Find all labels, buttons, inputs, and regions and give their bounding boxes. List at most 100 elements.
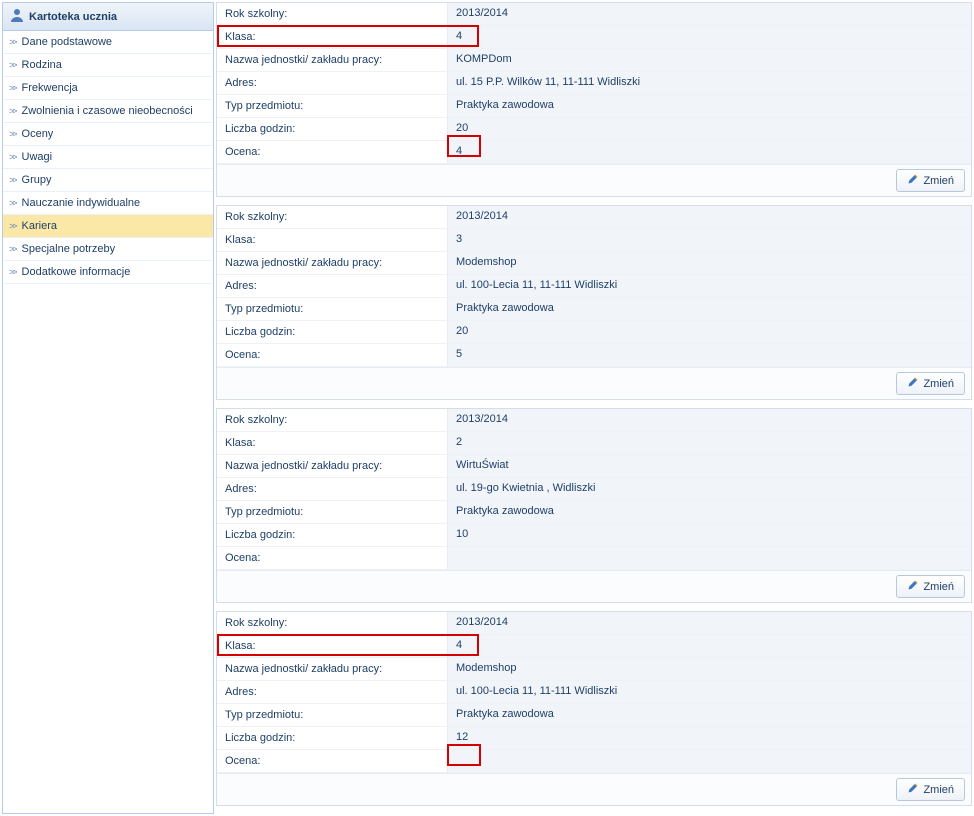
record-footer: Zmień	[217, 164, 971, 196]
sidebar-item-7[interactable]: >>Nauczanie indywidualne	[3, 192, 213, 215]
record-label: Nazwa jednostki/ zakładu pracy:	[217, 456, 447, 476]
record-label: Rok szkolny:	[217, 613, 447, 633]
record-row-typ: Typ przedmiotu:Praktyka zawodowa	[217, 704, 971, 727]
record-row-klasa: Klasa:4	[217, 26, 971, 49]
record-value: 20	[447, 118, 971, 140]
sidebar-item-0[interactable]: >> Dane podstawowe	[3, 31, 213, 54]
record-label: Typ przedmiotu:	[217, 705, 447, 725]
sidebar-item-label: Rodzina	[22, 59, 62, 71]
record-label: Typ przedmiotu:	[217, 96, 447, 116]
record-row-adres: Adres:ul. 100-Lecia 11, 11-111 Widliszki	[217, 275, 971, 298]
edit-label: Zmień	[923, 378, 954, 390]
record-value: ul. 15 P.P. Wilków 11, 11-111 Widliszki	[447, 72, 971, 94]
edit-button[interactable]: Zmień	[896, 372, 965, 395]
record-value: 2013/2014	[447, 612, 971, 634]
chevron-icon: >>	[9, 198, 16, 208]
edit-button[interactable]: Zmień	[896, 575, 965, 598]
record-value: Modemshop	[447, 252, 971, 274]
chevron-icon: >>	[9, 175, 16, 185]
chevron-icon: >>	[9, 106, 16, 116]
record-value: Praktyka zawodowa	[447, 298, 971, 320]
chevron-icon: >>	[9, 244, 16, 254]
chevron-icon: >>	[9, 152, 16, 162]
record-row-adres: Adres:ul. 19-go Kwietnia , Widliszki	[217, 478, 971, 501]
record-label: Adres:	[217, 479, 447, 499]
record-row-ocena: Ocena:	[217, 750, 971, 773]
record-label: Liczba godzin:	[217, 322, 447, 342]
chevron-icon: >>	[9, 37, 16, 47]
sidebar-item-2[interactable]: >>Frekwencja	[3, 77, 213, 100]
edit-button[interactable]: Zmień	[896, 778, 965, 801]
chevron-icon: >>	[9, 83, 16, 93]
record-label: Rok szkolny:	[217, 410, 447, 430]
sidebar-item-label: Kariera	[22, 220, 57, 232]
record-label: Ocena:	[217, 548, 447, 568]
sidebar-item-10[interactable]: >> Dodatkowe informacje	[3, 261, 213, 284]
record-row-nazwa: Nazwa jednostki/ zakładu pracy:Modemshop	[217, 252, 971, 275]
record-row-nazwa: Nazwa jednostki/ zakładu pracy:KOMPDom	[217, 49, 971, 72]
record-value: 3	[447, 229, 971, 251]
sidebar-item-1[interactable]: >> Rodzina	[3, 54, 213, 77]
edit-button[interactable]: Zmień	[896, 169, 965, 192]
record-value: ul. 100-Lecia 11, 11-111 Widliszki	[447, 681, 971, 703]
record-label: Liczba godzin:	[217, 728, 447, 748]
record-value: KOMPDom	[447, 49, 971, 71]
record-label: Nazwa jednostki/ zakładu pracy:	[217, 253, 447, 273]
sidebar-item-label: Grupy	[22, 174, 52, 186]
record-value: 2	[447, 432, 971, 454]
sidebar-item-6[interactable]: >> Grupy	[3, 169, 213, 192]
record-label: Rok szkolny:	[217, 4, 447, 24]
record-row-typ: Typ przedmiotu:Praktyka zawodowa	[217, 501, 971, 524]
record-value: Praktyka zawodowa	[447, 95, 971, 117]
chevron-icon: >>	[9, 129, 16, 139]
record-label: Adres:	[217, 682, 447, 702]
record-value: WirtuŚwiat	[447, 455, 971, 477]
record-label: Liczba godzin:	[217, 119, 447, 139]
career-record: Rok szkolny:2013/2014Klasa:4Nazwa jednos…	[216, 611, 972, 806]
pencil-icon	[907, 376, 919, 391]
record-row-rok: Rok szkolny:2013/2014	[217, 612, 971, 635]
record-label: Ocena:	[217, 751, 447, 771]
record-footer: Zmień	[217, 570, 971, 602]
record-label: Klasa:	[217, 636, 447, 656]
sidebar-item-label: Dodatkowe informacje	[22, 266, 131, 278]
record-value: 4	[447, 26, 971, 48]
sidebar-item-5[interactable]: >>Uwagi	[3, 146, 213, 169]
record-row-adres: Adres:ul. 15 P.P. Wilków 11, 11-111 Widl…	[217, 72, 971, 95]
chevron-icon: >>	[9, 267, 16, 277]
record-row-liczba: Liczba godzin:20	[217, 321, 971, 344]
sidebar-item-label: Oceny	[22, 128, 54, 140]
record-label: Typ przedmiotu:	[217, 502, 447, 522]
record-value	[447, 750, 971, 772]
record-row-ocena: Ocena:	[217, 547, 971, 570]
record-row-rok: Rok szkolny:2013/2014	[217, 409, 971, 432]
sidebar-item-4[interactable]: >> Oceny	[3, 123, 213, 146]
record-value: ul. 19-go Kwietnia , Widliszki	[447, 478, 971, 500]
record-value	[447, 547, 971, 569]
record-row-klasa: Klasa:3	[217, 229, 971, 252]
sidebar-item-label: Dane podstawowe	[22, 36, 113, 48]
record-row-liczba: Liczba godzin:12	[217, 727, 971, 750]
career-record: Rok szkolny:2013/2014Klasa:3Nazwa jednos…	[216, 205, 972, 400]
record-row-klasa: Klasa:4	[217, 635, 971, 658]
sidebar-item-9[interactable]: >>Specjalne potrzeby	[3, 238, 213, 261]
record-label: Ocena:	[217, 142, 447, 162]
sidebar-item-3[interactable]: >>Zwolnienia i czasowe nieobecności	[3, 100, 213, 123]
record-label: Nazwa jednostki/ zakładu pracy:	[217, 659, 447, 679]
sidebar-header: Kartoteka ucznia	[3, 3, 213, 31]
record-row-nazwa: Nazwa jednostki/ zakładu pracy:WirtuŚwia…	[217, 455, 971, 478]
record-label: Nazwa jednostki/ zakładu pracy:	[217, 50, 447, 70]
record-row-liczba: Liczba godzin:10	[217, 524, 971, 547]
sidebar-title: Kartoteka ucznia	[29, 11, 117, 23]
record-row-ocena: Ocena:5	[217, 344, 971, 367]
record-label: Klasa:	[217, 433, 447, 453]
record-value: 4	[447, 635, 971, 657]
record-label: Klasa:	[217, 27, 447, 47]
record-value: 12	[447, 727, 971, 749]
record-value: 5	[447, 344, 971, 366]
chevron-icon: >>	[9, 60, 16, 70]
sidebar-item-8[interactable]: >>Kariera	[3, 215, 213, 238]
record-row-nazwa: Nazwa jednostki/ zakładu pracy:Modemshop	[217, 658, 971, 681]
record-footer: Zmień	[217, 773, 971, 805]
record-row-rok: Rok szkolny:2013/2014	[217, 206, 971, 229]
